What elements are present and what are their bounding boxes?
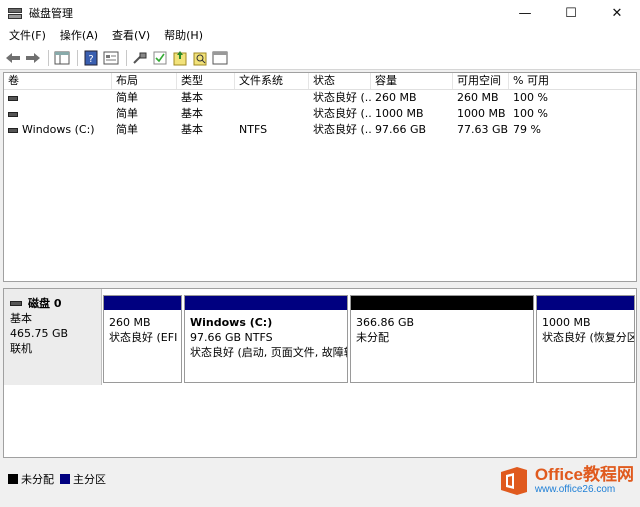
column-header-capacity[interactable]: 容量 bbox=[371, 73, 453, 89]
partition-type-bar bbox=[537, 296, 634, 310]
menu-bar: 文件(F) 操作(A) 查看(V) 帮助(H) bbox=[0, 26, 640, 46]
column-header-volume[interactable]: 卷 bbox=[4, 73, 112, 89]
partition-type-bar bbox=[185, 296, 347, 310]
partition-type-bar bbox=[351, 296, 533, 310]
watermark-url: www.office26.com bbox=[534, 484, 616, 495]
partition-status: 未分配 bbox=[356, 331, 389, 344]
cell-free-space: 260 MB bbox=[457, 91, 499, 104]
window-icon[interactable] bbox=[211, 49, 229, 67]
legend-item-unallocated: 未分配 bbox=[8, 471, 54, 487]
partition-status: 状态良好 (恢复分区 bbox=[542, 331, 634, 344]
partition-unallocated[interactable]: 366.86 GB 未分配 bbox=[350, 295, 534, 383]
partition-size: 1000 MB bbox=[542, 316, 591, 329]
partition-size: 366.86 GB bbox=[356, 316, 415, 329]
cell-type: 基本 bbox=[181, 123, 203, 136]
cell-percent-free: 79 % bbox=[513, 123, 541, 136]
column-header-percent-free[interactable]: % 可用 bbox=[509, 73, 636, 89]
partition-title: Windows (C:) bbox=[190, 316, 273, 329]
title-bar: 磁盘管理 — ☐ ✕ bbox=[0, 0, 640, 26]
disk-type: 基本 bbox=[10, 312, 32, 325]
toolbar-separator bbox=[77, 49, 78, 66]
check-icon[interactable] bbox=[151, 49, 169, 67]
cell-layout: 简单 bbox=[116, 123, 138, 136]
window-title: 磁盘管理 bbox=[29, 7, 73, 20]
cell-capacity: 97.66 GB bbox=[375, 123, 427, 136]
cell-capacity: 260 MB bbox=[375, 91, 417, 104]
console-tree-icon[interactable] bbox=[53, 49, 71, 67]
cell-volume bbox=[4, 90, 112, 106]
search-icon[interactable] bbox=[191, 49, 209, 67]
table-row[interactable]: 简单 基本 状态良好 (... 260 MB 260 MB 100 % bbox=[4, 90, 636, 106]
maximize-button[interactable]: ☐ bbox=[548, 0, 594, 26]
partition-status: 状态良好 (EFI 系 bbox=[109, 331, 181, 344]
legend-swatch bbox=[60, 474, 70, 484]
cell-filesystem: NTFS bbox=[239, 123, 268, 136]
partition-efi[interactable]: 260 MB 状态良好 (EFI 系 bbox=[103, 295, 182, 383]
partition-size: 97.66 GB NTFS bbox=[190, 331, 273, 344]
cell-volume: Windows (C:) bbox=[4, 122, 112, 138]
watermark: Office教程网 www.office26.com bbox=[497, 462, 634, 500]
volume-icon bbox=[8, 95, 18, 101]
refresh-icon[interactable] bbox=[171, 49, 189, 67]
legend-item-primary-partition: 主分区 bbox=[60, 471, 106, 487]
disk-size: 465.75 GB bbox=[10, 327, 69, 340]
cell-layout: 简单 bbox=[116, 107, 138, 120]
column-header-status[interactable]: 状态 bbox=[309, 73, 371, 89]
legend-swatch bbox=[8, 474, 18, 484]
cell-percent-free: 100 % bbox=[513, 91, 548, 104]
toolbar: ? bbox=[0, 46, 640, 70]
cell-filesystem bbox=[235, 90, 309, 106]
close-button[interactable]: ✕ bbox=[594, 0, 640, 26]
office-logo-icon bbox=[497, 464, 531, 498]
menu-action[interactable]: 操作(A) bbox=[53, 26, 105, 46]
connect-icon[interactable] bbox=[131, 49, 149, 67]
menu-view[interactable]: 查看(V) bbox=[105, 26, 157, 46]
disk-management-icon bbox=[7, 5, 23, 21]
partition-type-bar bbox=[104, 296, 181, 310]
cell-status: 状态良好 (... bbox=[313, 91, 371, 104]
partition-size: 260 MB bbox=[109, 316, 151, 329]
disk-graphical-view: 磁盘 0 基本 465.75 GB 联机 260 MB 状态良好 (EFI 系 … bbox=[3, 288, 637, 458]
forward-icon[interactable] bbox=[24, 49, 42, 67]
toolbar-separator bbox=[126, 49, 127, 66]
cell-capacity: 1000 MB bbox=[375, 107, 424, 120]
svg-text:?: ? bbox=[88, 54, 93, 65]
disk-0-label[interactable]: 磁盘 0 基本 465.75 GB 联机 bbox=[4, 289, 102, 385]
partition-status: 状态良好 (启动, 页面文件, 故障转 bbox=[190, 346, 347, 359]
table-row[interactable]: 简单 基本 状态良好 (... 1000 MB 1000 MB 100 % bbox=[4, 106, 636, 122]
volume-icon bbox=[8, 127, 18, 133]
cell-volume bbox=[4, 106, 112, 122]
cell-filesystem bbox=[235, 106, 309, 122]
cell-free-space: 77.63 GB bbox=[457, 123, 509, 136]
help-icon[interactable]: ? bbox=[82, 49, 100, 67]
table-row[interactable]: Windows (C:) 简单 基本 NTFS 状态良好 (... 97.66 … bbox=[4, 122, 636, 138]
cell-percent-free: 100 % bbox=[513, 107, 548, 120]
cell-status: 状态良好 (... bbox=[313, 107, 371, 120]
volume-icon bbox=[8, 111, 18, 117]
cell-layout: 简单 bbox=[116, 91, 138, 104]
partition-recovery[interactable]: 1000 MB 状态良好 (恢复分区 bbox=[536, 295, 635, 383]
disk-icon bbox=[10, 301, 22, 306]
volume-list-header: 卷 布局 类型 文件系统 状态 容量 可用空间 % 可用 bbox=[4, 73, 636, 90]
column-header-layout[interactable]: 布局 bbox=[112, 73, 177, 89]
minimize-button[interactable]: — bbox=[502, 0, 548, 26]
cell-type: 基本 bbox=[181, 107, 203, 120]
menu-help[interactable]: 帮助(H) bbox=[157, 26, 210, 46]
toolbar-separator bbox=[48, 49, 49, 66]
properties-icon[interactable] bbox=[102, 49, 120, 67]
disk-name: 磁盘 0 bbox=[28, 297, 62, 310]
back-icon[interactable] bbox=[4, 49, 22, 67]
cell-type: 基本 bbox=[181, 91, 203, 104]
disk-status: 联机 bbox=[10, 342, 32, 355]
watermark-brand: Office教程网 bbox=[534, 465, 634, 484]
column-header-free-space[interactable]: 可用空间 bbox=[453, 73, 509, 89]
column-header-filesystem[interactable]: 文件系统 bbox=[235, 73, 309, 89]
volume-list: 卷 布局 类型 文件系统 状态 容量 可用空间 % 可用 简单 基本 状态良好 … bbox=[3, 72, 637, 282]
partition-windows-c[interactable]: Windows (C:) 97.66 GB NTFS 状态良好 (启动, 页面文… bbox=[184, 295, 348, 383]
menu-file[interactable]: 文件(F) bbox=[2, 26, 53, 46]
column-header-type[interactable]: 类型 bbox=[177, 73, 235, 89]
cell-status: 状态良好 (... bbox=[313, 123, 371, 136]
cell-free-space: 1000 MB bbox=[457, 107, 506, 120]
